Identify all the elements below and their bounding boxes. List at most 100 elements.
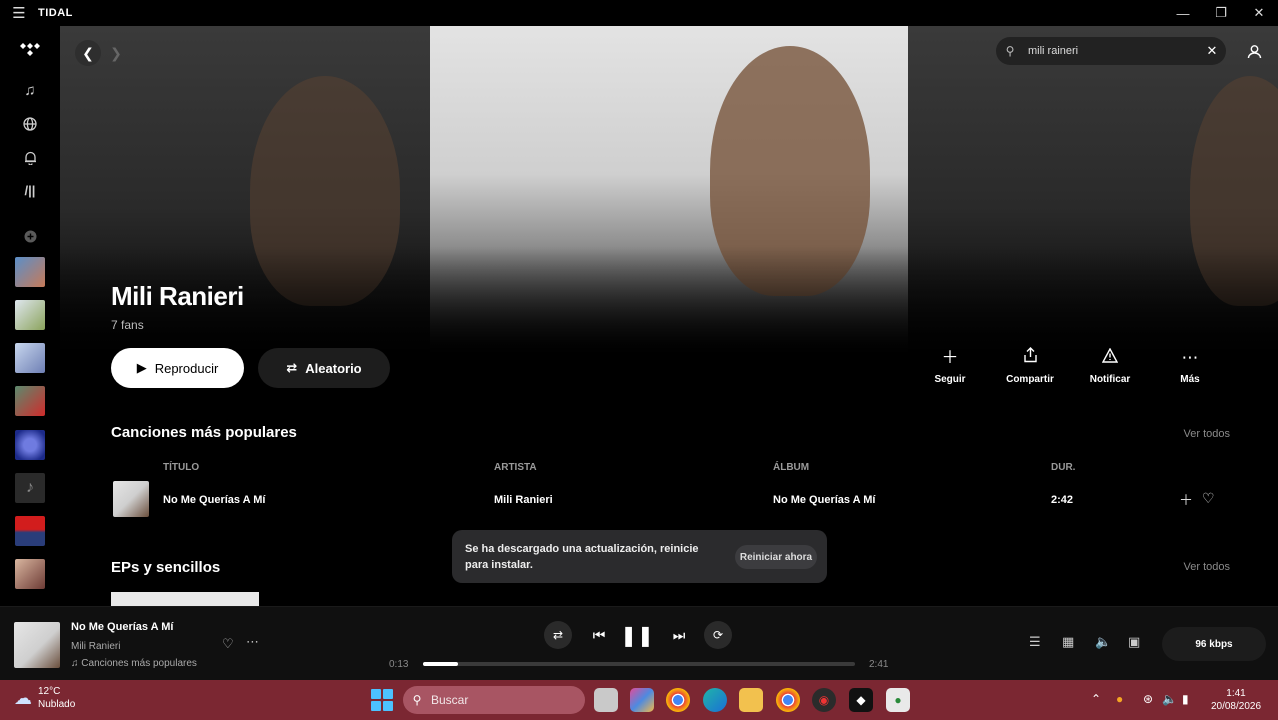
weather-widget[interactable]: ☁ 12°C Nublado [14,685,75,711]
speaker-icon[interactable]: 🔈 [1162,692,1177,706]
add-to-playlist-icon[interactable]: ＋ [1179,490,1193,510]
task-view-icon[interactable] [594,688,618,712]
playlist-thumbnail[interactable] [15,386,45,416]
follow-button[interactable]: ＋ Seguir [915,346,985,385]
now-playing-source[interactable]: ♫ Canciones más populares [71,658,197,669]
back-button[interactable]: ❮ [75,40,101,66]
track-album[interactable]: No Me Querías A Mí [773,494,875,506]
notify-button[interactable]: Notificar [1075,346,1145,385]
ep-card[interactable] [111,592,259,606]
queue-icon[interactable]: ☰ [1029,634,1041,650]
previous-button[interactable]: ⏮ [585,621,613,649]
shuffle-toggle[interactable]: ⇄ [544,621,572,649]
green-app-icon[interactable]: ● [886,688,910,712]
next-button[interactable]: ⏭ [665,621,693,649]
now-playing-artist[interactable]: Mili Ranieri [71,641,120,652]
close-button[interactable]: ✕ [1240,0,1278,26]
share-button[interactable]: Compartir [995,346,1065,385]
repeat-toggle[interactable]: ⟳ [704,621,732,649]
copilot-icon[interactable] [630,688,654,712]
progress-bar[interactable] [423,662,855,666]
track-duration: 2:42 [1051,494,1074,506]
column-header-duration[interactable]: DUR. [1051,462,1075,473]
now-playing-title[interactable]: No Me Querías A Mí [71,621,173,633]
bell-icon[interactable] [18,146,42,170]
popular-tracks-title: Canciones más populares [111,424,297,441]
total-time: 2:41 [869,659,889,670]
chrome-profile-icon[interactable] [776,688,800,712]
see-all-eps-link[interactable]: Ver todos [1160,561,1230,573]
file-explorer-icon[interactable] [739,688,763,712]
battery-icon[interactable]: ▮ [1182,692,1189,706]
window-controls: — ❐ ✕ [1164,0,1278,26]
table-row[interactable]: No Me Querías A Mí Mili Ranieri No Me Qu… [100,478,1240,522]
add-playlist-icon[interactable] [18,224,42,248]
microphone-icon[interactable]: ● [1116,692,1123,706]
heart-icon[interactable]: ♡ [222,636,234,652]
player-bar: No Me Querías A Mí Mili Ranieri ♫ Cancio… [0,606,1278,680]
restart-now-button[interactable]: Reiniciar ahora [735,545,817,569]
playlist-placeholder-icon[interactable]: ♪ [15,473,45,503]
windows-start-icon[interactable] [371,689,393,711]
playlist-thumbnail[interactable] [15,430,45,460]
audio-quality-badge[interactable]: 96 kbps [1162,627,1266,661]
track-artist[interactable]: Mili Ranieri [494,494,553,506]
search-icon: ⚲ [412,693,422,707]
lyrics-icon[interactable]: ▦ [1062,634,1074,650]
column-header-title[interactable]: TÍTULO [163,462,199,473]
music-note-icon[interactable]: ♫ [18,78,42,102]
mini-player-icon[interactable]: ▣ [1128,634,1140,650]
eps-singles-title: EPs y sencillos [111,559,221,576]
tidal-taskbar-icon[interactable]: ◆ [849,688,873,712]
now-playing-cover[interactable] [14,622,60,668]
track-title[interactable]: No Me Querías A Mí [163,494,265,506]
taskbar-search-placeholder: Buscar [431,693,469,707]
chrome-icon[interactable] [666,688,690,712]
toast-message: Se ha descargado una actualización, rein… [465,542,699,571]
more-icon: ⋯ [1181,348,1199,367]
more-label: Más [1180,374,1200,385]
sidebar: ♫ /|| ♪ [0,26,60,606]
heart-icon[interactable]: ♡ [1202,490,1215,507]
pause-button[interactable]: ❚❚ [620,621,654,649]
music-note-icon: ♫ [71,658,79,669]
column-header-artist[interactable]: ARTISTA [494,462,537,473]
library-icon[interactable]: /|| [18,178,42,202]
search-input[interactable]: mili raineri [1024,45,1198,57]
minimize-button[interactable]: — [1164,0,1202,26]
system-clock[interactable]: 1:41 20/08/2026 [1206,687,1266,713]
tidal-logo-icon[interactable] [18,38,42,62]
cloud-icon: ☁ [14,687,32,708]
forward-button[interactable]: ❯ [103,40,129,66]
play-button[interactable]: ▶ Reproducir [111,348,244,388]
volume-icon[interactable]: 🔈 [1095,634,1111,650]
playlist-thumbnail[interactable] [15,343,45,373]
title-bar: ☰ TIDAL — ❐ ✕ [0,0,1278,26]
tray-chevron-icon[interactable]: ⌃ [1091,692,1101,706]
playlist-thumbnail[interactable] [15,257,45,287]
track-cover [113,481,149,517]
progress-fill [423,662,458,666]
maximize-button[interactable]: ❐ [1202,0,1240,26]
media-app-icon[interactable]: ◉ [812,688,836,712]
hamburger-icon[interactable]: ☰ [0,0,38,26]
search-bar[interactable]: ⚲ mili raineri ✕ [996,37,1226,65]
clear-search-icon[interactable]: ✕ [1198,43,1226,59]
column-header-album[interactable]: ÁLBUM [773,462,809,473]
alert-icon [1075,346,1145,370]
edge-icon[interactable] [703,688,727,712]
play-icon: ▶ [136,360,147,375]
more-button[interactable]: ⋯ Más [1155,346,1225,385]
playlist-thumbnail[interactable] [15,559,45,589]
wifi-icon[interactable]: ⊛ [1143,692,1153,706]
profile-icon[interactable] [1242,39,1266,63]
see-all-popular-link[interactable]: Ver todos [1160,428,1230,440]
globe-icon[interactable] [18,112,42,136]
playlist-thumbnail[interactable] [15,516,45,546]
taskbar-search[interactable]: ⚲ Buscar [403,686,585,714]
shuffle-button[interactable]: ⇄ Aleatorio [258,348,390,388]
weather-description: Nublado [38,699,76,710]
more-icon[interactable]: ⋯ [246,634,259,650]
playlist-thumbnail[interactable] [15,300,45,330]
clock-date: 20/08/2026 [1210,701,1262,712]
